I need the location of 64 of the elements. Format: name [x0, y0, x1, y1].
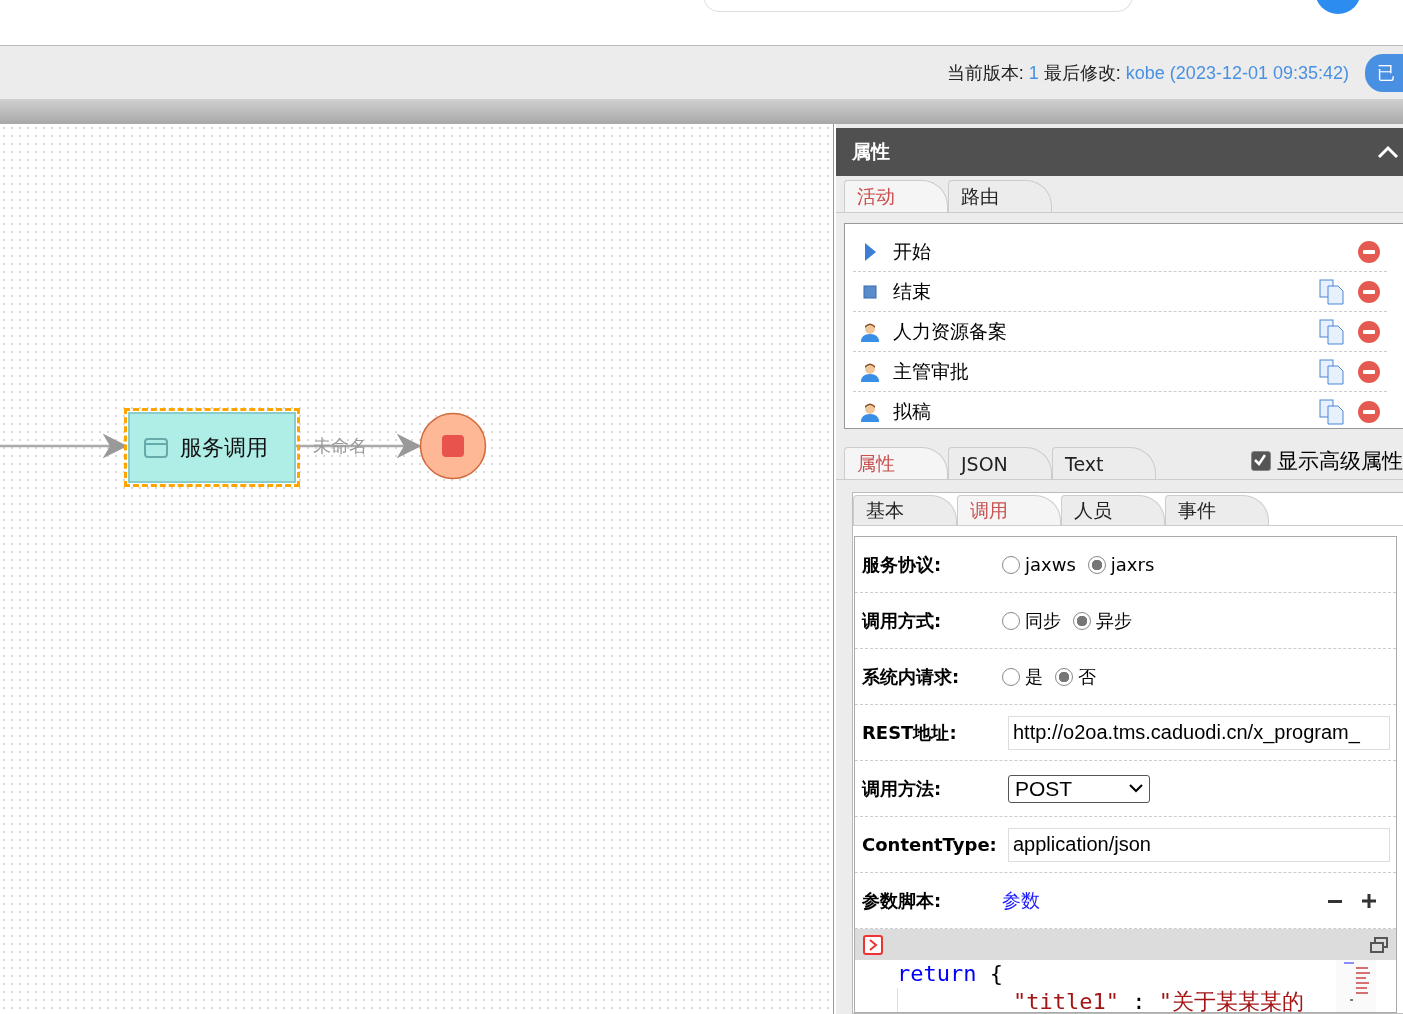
field-label: 系统内请求: [862, 664, 961, 689]
radio-label: 同步 [1025, 608, 1061, 633]
delete-icon[interactable] [1357, 279, 1381, 304]
tab[interactable]: 事件 [1165, 495, 1269, 525]
window-icon [144, 437, 168, 458]
code-key: "title1" [1013, 989, 1119, 1012]
field-label: REST地址: [862, 720, 958, 745]
delete-icon[interactable] [1357, 399, 1381, 424]
chevron-down-icon [1129, 784, 1143, 793]
radio-button[interactable] [1087, 555, 1106, 574]
delete-icon[interactable] [1357, 239, 1381, 264]
radio-label: jaxws [1025, 554, 1076, 575]
input-field[interactable]: http://o2oa.tms.caduodi.cn/x_program_ [1008, 715, 1390, 750]
radio-label: jaxrs [1110, 554, 1155, 575]
tab[interactable]: 人员 [1061, 495, 1165, 525]
panel-title: 属性 [852, 139, 890, 164]
restore-icon[interactable] [1370, 936, 1388, 953]
params-link[interactable]: 参数 [1002, 887, 1040, 914]
tab[interactable]: 基本 [853, 495, 957, 525]
radio-button[interactable] [1073, 611, 1091, 630]
radio-button[interactable] [1055, 667, 1073, 686]
radio-label: 否 [1078, 664, 1096, 689]
radio-button[interactable] [1002, 667, 1020, 686]
field-label: 调用方式: [862, 608, 943, 633]
radio-label: 异步 [1096, 608, 1132, 633]
delete-icon[interactable] [1357, 359, 1381, 384]
tab[interactable]: 属性 [844, 447, 948, 479]
checkbox[interactable] [1251, 451, 1271, 471]
activity-name[interactable]: 人力资源备案 [893, 318, 1307, 345]
tab[interactable]: Text [1052, 447, 1156, 479]
code-keyword: return [897, 961, 977, 986]
field-label: 调用方法: [862, 776, 943, 801]
plus-icon[interactable] [1362, 893, 1376, 908]
version-info: 当前版本: 1 最后修改: kobe (2023-12-01 09:35:42) [946, 61, 1349, 85]
activity-name[interactable]: 结束 [893, 278, 1307, 305]
radio-button[interactable] [1002, 555, 1020, 574]
script-icon[interactable] [863, 934, 883, 955]
radio-button[interactable] [1002, 611, 1020, 630]
method-dropdown[interactable]: POST [1008, 774, 1150, 803]
code-string: "关于某某某的 [1158, 989, 1304, 1012]
code-colon: : [1132, 989, 1146, 1012]
activity-name[interactable]: 主管审批 [893, 358, 1307, 385]
field-label: 参数脚本: [862, 888, 943, 913]
field-label: ContentType: [862, 834, 998, 855]
radio-label: 是 [1025, 664, 1043, 689]
copy-icon[interactable] [1319, 318, 1345, 345]
end-node[interactable] [419, 412, 487, 480]
tab[interactable]: 路由 [948, 180, 1052, 212]
activity-node[interactable]: 服务调用 [124, 408, 300, 487]
code-brace: { [989, 961, 1003, 986]
tab[interactable]: 活动 [844, 180, 948, 212]
copy-icon[interactable] [1319, 398, 1345, 425]
tab[interactable]: JSON [948, 447, 1052, 479]
tab[interactable]: 调用 [957, 495, 1061, 525]
field-label: 服务协议: [862, 552, 943, 577]
node-label: 服务调用 [180, 433, 268, 462]
copy-icon[interactable] [1319, 358, 1345, 385]
checkbox-label: 显示高级属性 [1277, 448, 1403, 475]
copy-icon[interactable] [1319, 278, 1345, 305]
activity-name[interactable]: 开始 [893, 238, 1345, 265]
delete-icon[interactable] [1357, 319, 1381, 344]
collapse-icon[interactable] [1377, 145, 1399, 159]
input-field[interactable]: application/json [1008, 827, 1390, 862]
activity-name[interactable]: 拟稿 [893, 398, 1307, 425]
